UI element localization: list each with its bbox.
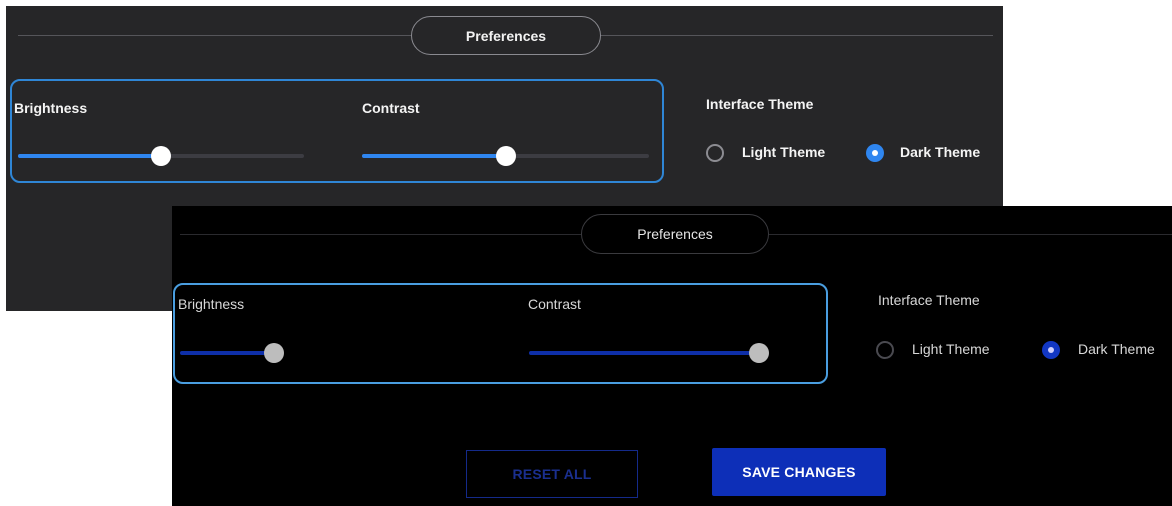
- contrast-slider-fill: [529, 351, 760, 355]
- header-divider-right: [769, 234, 1172, 235]
- header-divider-left: [18, 35, 411, 36]
- dark-theme-label[interactable]: Dark Theme: [900, 144, 980, 160]
- light-theme-radio[interactable]: [706, 144, 724, 162]
- brightness-slider-fill: [18, 154, 161, 158]
- contrast-slider-fill: [362, 154, 506, 158]
- light-theme-label[interactable]: Light Theme: [742, 144, 825, 160]
- brightness-slider[interactable]: [180, 343, 528, 363]
- header-divider-right: [601, 35, 993, 36]
- dark-theme-radio[interactable]: [1042, 341, 1060, 359]
- display-settings-group: [173, 283, 828, 384]
- display-settings-group: [10, 79, 664, 183]
- contrast-slider[interactable]: [529, 343, 770, 363]
- preferences-title-pill: Preferences: [581, 214, 769, 254]
- brightness-slider[interactable]: [18, 146, 304, 166]
- save-changes-button[interactable]: SAVE CHANGES: [712, 448, 886, 496]
- light-theme-label[interactable]: Light Theme: [912, 341, 990, 357]
- dark-theme-label[interactable]: Dark Theme: [1078, 341, 1155, 357]
- light-theme-radio[interactable]: [876, 341, 894, 359]
- brightness-label: Brightness: [14, 100, 88, 116]
- dark-theme-radio[interactable]: [866, 144, 884, 162]
- interface-theme-label: Interface Theme: [706, 96, 814, 112]
- reset-all-button[interactable]: RESET ALL: [466, 450, 638, 498]
- preferences-panel-dark: Preferences Brightness Contrast Interfac…: [172, 206, 1172, 506]
- brightness-slider-thumb[interactable]: [151, 146, 171, 166]
- interface-theme-label: Interface Theme: [878, 292, 980, 308]
- brightness-slider-thumb[interactable]: [263, 343, 284, 363]
- preferences-title-pill: Preferences: [411, 16, 601, 55]
- contrast-label: Contrast: [528, 296, 581, 312]
- brightness-label: Brightness: [178, 296, 245, 312]
- contrast-label: Contrast: [362, 100, 420, 116]
- header-divider-left: [180, 234, 581, 235]
- contrast-slider-thumb[interactable]: [495, 146, 516, 166]
- brightness-slider-fill: [180, 351, 274, 355]
- contrast-slider[interactable]: [362, 146, 649, 166]
